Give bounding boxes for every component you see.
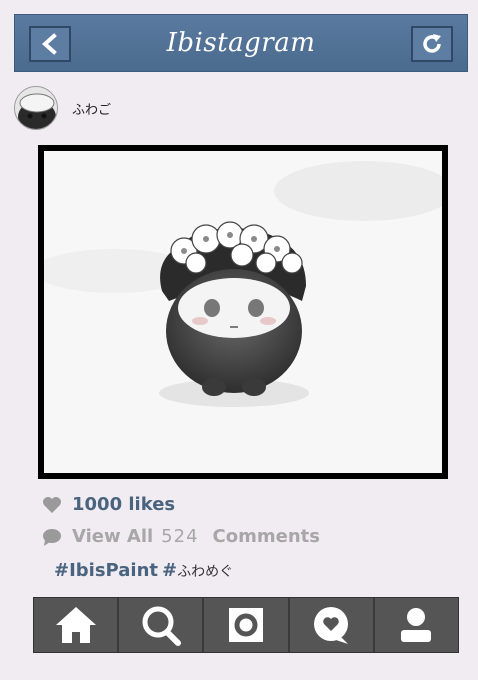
comments-label: Comments bbox=[212, 526, 320, 547]
bottom-tabbar bbox=[33, 597, 459, 653]
comments-row[interactable]: View All 524 Comments bbox=[42, 526, 320, 547]
post-illustration bbox=[44, 151, 442, 473]
refresh-button[interactable] bbox=[411, 26, 453, 62]
post-photo bbox=[38, 145, 448, 479]
heart-icon[interactable] bbox=[42, 496, 62, 514]
chat-heart-icon bbox=[314, 607, 349, 644]
hashtags-row: #IbisPaint # ふわめぐ bbox=[54, 560, 233, 581]
profile-icon bbox=[401, 608, 432, 642]
home-icon bbox=[55, 607, 96, 643]
likes-count[interactable]: 1000 likes bbox=[72, 494, 175, 515]
camera-icon bbox=[229, 608, 263, 642]
hashtag-fuwamegu[interactable]: ふわめぐ bbox=[177, 561, 233, 581]
comments-count: 524 bbox=[161, 526, 199, 547]
back-button[interactable] bbox=[29, 26, 71, 62]
refresh-icon bbox=[423, 34, 441, 53]
app-header: Ibistagram bbox=[14, 14, 468, 72]
avatar[interactable] bbox=[14, 86, 58, 130]
hashtag-ibispaint[interactable]: #IbisPaint bbox=[54, 560, 158, 581]
hashtag-symbol[interactable]: # bbox=[162, 560, 177, 581]
tab-profile[interactable] bbox=[375, 598, 458, 652]
username[interactable]: ふわご bbox=[72, 99, 111, 118]
post-user-row: ふわご bbox=[14, 86, 111, 130]
tab-activity[interactable] bbox=[290, 598, 375, 652]
app-title: Ibistagram bbox=[166, 28, 316, 58]
view-all-label: View All bbox=[72, 526, 154, 547]
likes-row: 1000 likes bbox=[42, 494, 175, 515]
chevron-left-icon bbox=[41, 33, 57, 55]
search-icon bbox=[142, 606, 181, 646]
tab-search[interactable] bbox=[119, 598, 205, 652]
avatar-image bbox=[15, 87, 57, 129]
tab-home[interactable] bbox=[34, 598, 120, 652]
comment-bubble-icon bbox=[43, 528, 61, 546]
tab-camera[interactable] bbox=[204, 598, 290, 652]
